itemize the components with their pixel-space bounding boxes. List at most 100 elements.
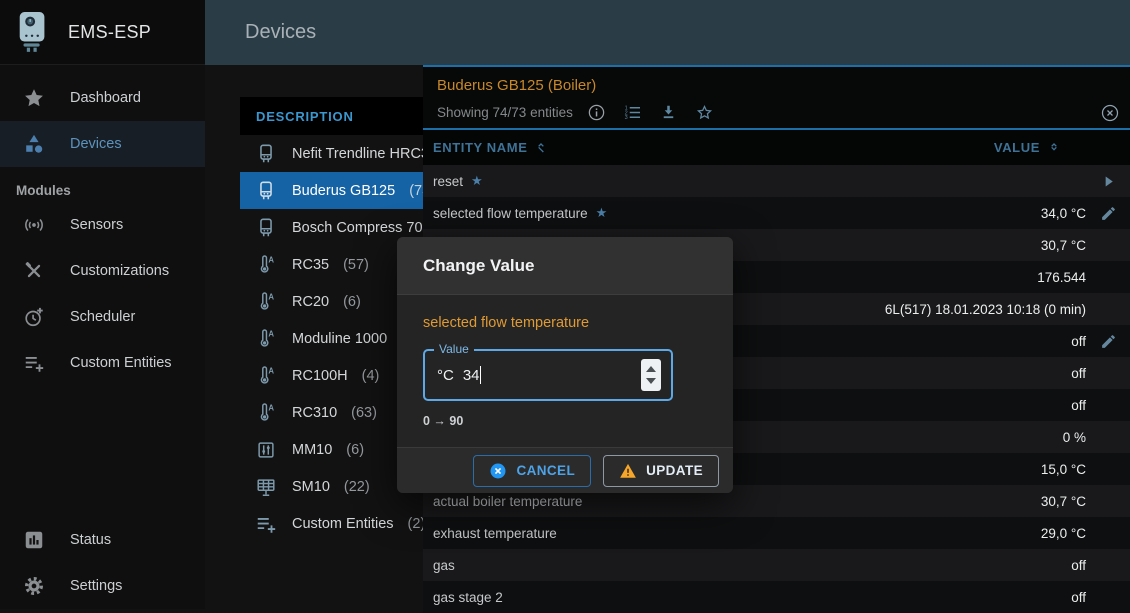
table-row[interactable]: exhaust temperature ★ 29,0 °C	[423, 517, 1130, 549]
sidebar-item-label: Customizations	[70, 263, 169, 279]
device-name: Custom Entities	[292, 516, 394, 532]
svg-text:3: 3	[624, 115, 627, 121]
device-name: RC310	[292, 405, 337, 421]
device-name: MM10	[292, 442, 332, 458]
boiler-icon	[254, 143, 278, 165]
category-icon	[22, 133, 46, 155]
entity-name: gas	[433, 558, 455, 573]
svg-text:A: A	[268, 403, 274, 412]
entity-name: actual boiler temperature	[433, 494, 582, 509]
sidebar-item-label: Custom Entities	[70, 355, 172, 371]
sidebar-item[interactable]: Customizations	[0, 248, 205, 294]
sort-icon	[1046, 140, 1062, 156]
table-row[interactable]: gas ★ off	[423, 549, 1130, 581]
value-input[interactable]: Value °C 34	[423, 349, 673, 401]
star-outline-icon[interactable]	[695, 103, 714, 122]
boiler-logo-icon	[14, 8, 52, 56]
entity-value: 34,0 °C	[1041, 206, 1086, 221]
entity-value: off	[1071, 334, 1086, 349]
top-app-bar: Devices	[205, 0, 1130, 65]
entity-value: 30,7 °C	[1041, 238, 1086, 253]
dialog-header: Change Value	[397, 237, 733, 295]
star-icon	[22, 87, 46, 109]
scheduler-icon	[22, 306, 46, 328]
sidebar-bottom-nav: Status Settings	[0, 517, 205, 609]
modules-section-label: Modules	[0, 167, 205, 202]
entity-name: exhaust temperature	[433, 526, 557, 541]
favorite-star-icon: ★	[471, 173, 483, 189]
info-icon[interactable]	[587, 103, 606, 122]
sort-by-name[interactable]: ENTITY NAME	[433, 140, 549, 156]
playlist-add-icon	[22, 352, 46, 374]
table-row[interactable]: reset ★	[423, 165, 1130, 197]
download-icon[interactable]	[659, 103, 678, 122]
play-icon[interactable]	[1086, 173, 1130, 190]
sidebar-item[interactable]: Devices	[0, 121, 205, 167]
sort-by-value[interactable]: VALUE	[994, 140, 1062, 156]
entity-value: 0 %	[1063, 430, 1086, 445]
sidebar-item[interactable]: Dashboard	[0, 75, 205, 121]
cancel-button[interactable]: CANCEL	[473, 455, 591, 487]
sidebar-item[interactable]: Status	[0, 517, 205, 563]
app-logo-row: EMS-ESP	[0, 0, 205, 65]
app-title: EMS-ESP	[68, 22, 151, 43]
entity-value: off	[1071, 590, 1086, 605]
update-button[interactable]: UPDATE	[603, 455, 719, 487]
edit-icon[interactable]	[1086, 333, 1130, 350]
dialog-actions: CANCEL UPDATE	[397, 447, 733, 493]
entity-table-header: ENTITY NAME VALUE	[423, 130, 1130, 165]
gear-icon	[22, 575, 46, 597]
table-row[interactable]: gas stage 2 ★ off	[423, 581, 1130, 613]
entity-name: reset	[433, 174, 463, 189]
thermostat-icon: A	[254, 328, 278, 350]
entity-value: 176.544	[1037, 270, 1086, 285]
svg-text:A: A	[268, 292, 274, 301]
sidebar-item[interactable]: Scheduler	[0, 294, 205, 340]
entity-name: selected flow temperature	[433, 206, 588, 221]
entity-count-text: Showing 74/73 entities	[437, 105, 573, 120]
sidebar-item-label: Scheduler	[70, 309, 135, 325]
solar-icon	[254, 476, 278, 498]
device-entity-count: (6)	[346, 442, 364, 458]
device-entity-count: (6)	[343, 294, 361, 310]
entity-value: 15,0 °C	[1041, 462, 1086, 477]
sidebar-item-label: Status	[70, 532, 111, 548]
sidebar-item[interactable]: Sensors	[0, 202, 205, 248]
text-caret	[480, 366, 482, 384]
entity-toolbar: 123	[573, 103, 714, 122]
edit-icon[interactable]	[1086, 205, 1130, 222]
device-name: SM10	[292, 479, 330, 495]
device-name: Moduline 1000	[292, 331, 387, 347]
mixer-icon	[254, 439, 278, 461]
dialog-title: Change Value	[423, 256, 534, 276]
sidebar-item-label: Settings	[70, 578, 122, 594]
status-icon	[22, 529, 46, 551]
value-text: 34	[463, 367, 480, 384]
device-name: Bosch Compress 7000i	[292, 220, 442, 236]
sidebar-item[interactable]: Settings	[0, 563, 205, 609]
value-input-label: Value	[434, 342, 474, 356]
change-value-dialog: Change Value selected flow temperature V…	[397, 237, 733, 493]
favorite-star-icon: ★	[596, 205, 608, 221]
sidebar-nav: Dashboard Devices	[0, 65, 205, 167]
selected-device-title: Buderus GB125 (Boiler)	[437, 77, 1116, 94]
svg-text:A: A	[268, 329, 274, 338]
device-name: RC100H	[292, 368, 348, 384]
sidebar-item-label: Devices	[70, 136, 122, 152]
entity-value: off	[1071, 366, 1086, 381]
list-numbered-icon[interactable]: 123	[623, 103, 642, 122]
tools-icon	[22, 260, 46, 282]
device-name: Buderus GB125	[292, 183, 395, 199]
device-entity-count: (57)	[343, 257, 369, 273]
page-title: Devices	[245, 21, 316, 44]
stepper-down-icon[interactable]	[646, 378, 656, 384]
entity-panel-header: Buderus GB125 (Boiler) Showing 74/73 ent…	[423, 67, 1130, 130]
entity-name: gas stage 2	[433, 590, 503, 605]
sidebar-item[interactable]: Custom Entities	[0, 340, 205, 386]
number-stepper[interactable]	[641, 359, 661, 391]
boiler-icon	[254, 180, 278, 202]
table-row[interactable]: selected flow temperature ★ 34,0 °C	[423, 197, 1130, 229]
stepper-up-icon[interactable]	[646, 366, 656, 372]
close-icon[interactable]	[1100, 103, 1120, 123]
sensors-icon	[22, 214, 46, 236]
